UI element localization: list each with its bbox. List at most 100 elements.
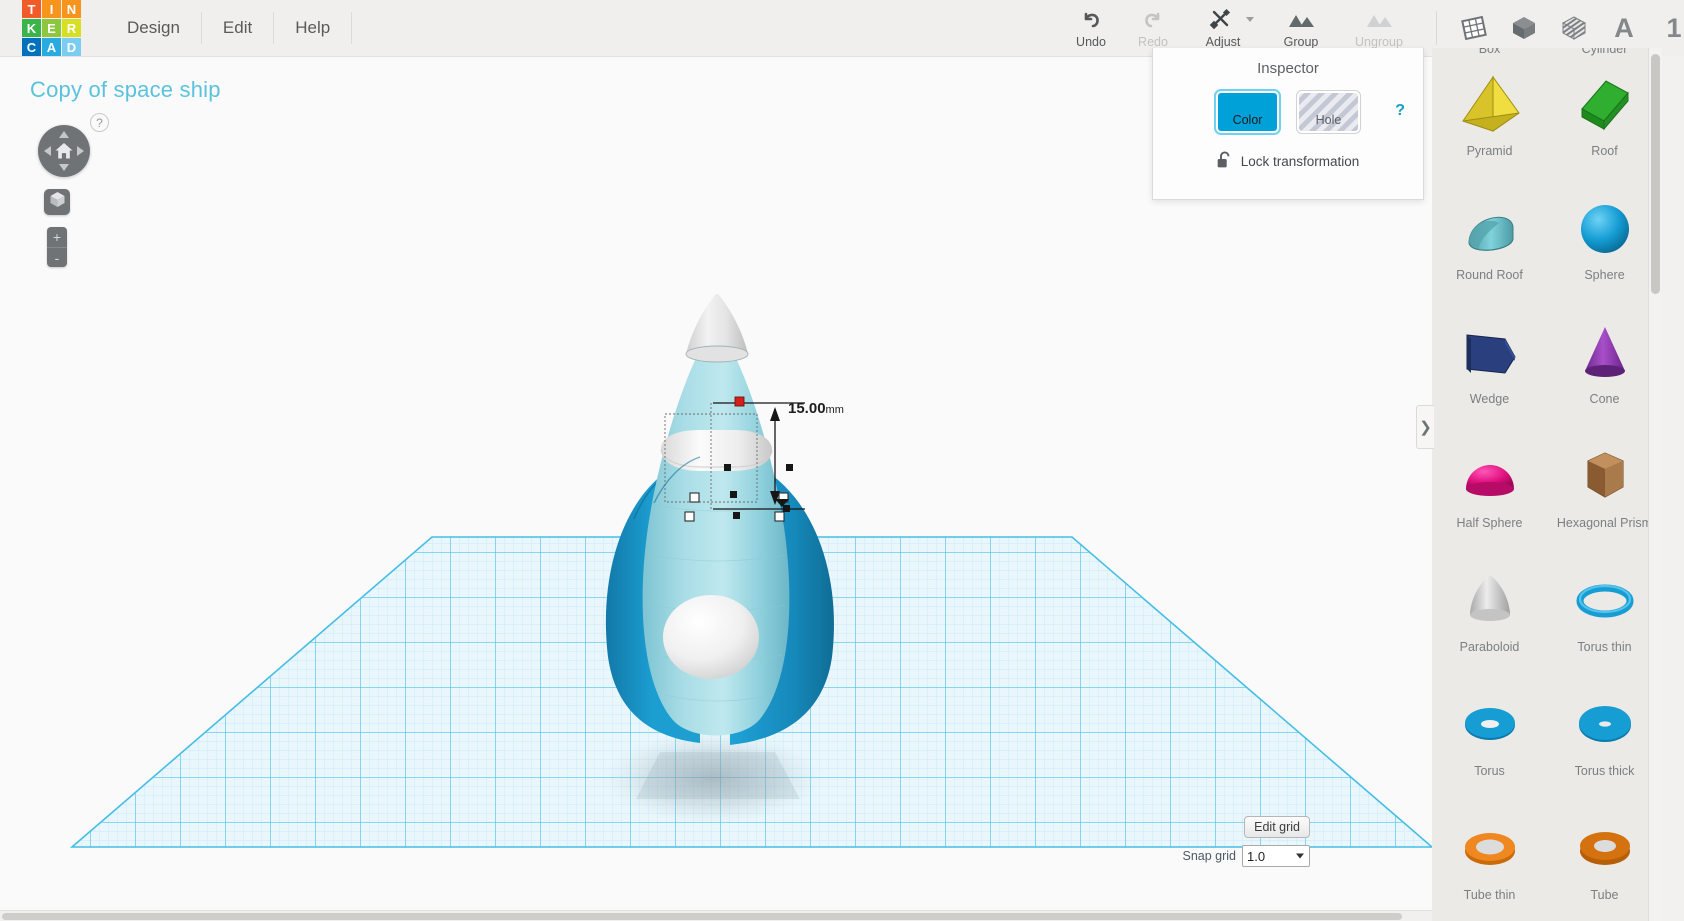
palette-item-pyramid[interactable]: Pyramid <box>1432 56 1547 180</box>
view-right-arrow-icon[interactable] <box>77 146 84 156</box>
view-up-arrow-icon[interactable] <box>59 131 69 138</box>
view-left-arrow-icon[interactable] <box>44 146 51 156</box>
number-one-icon[interactable]: 1 <box>1655 5 1684 51</box>
dimension-value: 15.00 <box>788 400 826 417</box>
palette-item-hexagonal-prism[interactable]: Hexagonal Prism <box>1547 428 1662 552</box>
solid-cube-icon[interactable] <box>1505 5 1543 51</box>
paraboloid-shape-icon <box>1453 562 1527 638</box>
undo-label: Undo <box>1076 35 1106 49</box>
round-roof-shape-icon <box>1453 190 1527 266</box>
palette-item-label: Wedge <box>1469 392 1510 406</box>
scrollbar-thumb[interactable] <box>2 913 1402 920</box>
palette-item-label: Torus thick <box>1574 764 1635 778</box>
palette-item-torus[interactable]: Torus <box>1432 676 1547 800</box>
palette-item-label: Tube <box>1590 888 1619 902</box>
pyramid-shape-icon <box>1453 66 1527 142</box>
menu-item-design[interactable]: Design <box>106 0 201 56</box>
logo-cell: T <box>22 0 41 18</box>
hole-swatch-button[interactable]: Hole <box>1296 90 1361 134</box>
porthole <box>663 595 759 679</box>
palette-item-torus-thick[interactable]: Torus thick <box>1547 676 1662 800</box>
palette-scrollbar-thumb[interactable] <box>1651 54 1660 294</box>
sphere-shape-icon <box>1568 190 1642 266</box>
palette-item-label: Cylinder <box>1581 48 1628 56</box>
redo-icon <box>1141 7 1165 33</box>
height-handle <box>734 396 745 407</box>
edit-grid-button[interactable]: Edit grid <box>1244 816 1310 838</box>
palette-item-torus-thin[interactable]: Torus thin <box>1547 552 1662 676</box>
palette-item-cylinder[interactable]: Cylinder <box>1547 48 1662 56</box>
view-help-badge[interactable]: ? <box>90 113 109 132</box>
roof-shape-icon <box>1568 66 1642 142</box>
palette-item-paraboloid[interactable]: Paraboloid <box>1432 552 1547 676</box>
nose-cone <box>686 294 748 354</box>
home-icon[interactable] <box>55 142 74 161</box>
cone-shape-icon <box>1568 314 1642 390</box>
palette-collapse-button[interactable]: ❯ <box>1416 405 1434 449</box>
logo-cell: I <box>42 0 61 18</box>
palette-item-label: Roof <box>1591 144 1618 158</box>
hexagonal-prism-shape-icon <box>1568 438 1642 514</box>
palette-item-roof[interactable]: Roof <box>1547 56 1662 180</box>
group-label: Group <box>1283 35 1319 49</box>
chevron-down-icon[interactable] <box>1246 17 1254 22</box>
lock-transformation-label: Lock transformation <box>1240 154 1360 169</box>
inspector-swatches: Color Hole <box>1153 89 1423 135</box>
palette-item-box[interactable]: Box <box>1432 48 1547 56</box>
view-down-arrow-icon[interactable] <box>59 164 69 171</box>
palette-item-label: Hexagonal Prism <box>1556 516 1653 530</box>
zoom-in-button[interactable]: + <box>47 227 67 247</box>
cube-icon <box>49 191 66 213</box>
chevron-down-icon <box>1296 853 1304 859</box>
undo-button[interactable]: Undo <box>1060 0 1122 56</box>
logo-cell: A <box>42 38 61 56</box>
menu-item-help[interactable]: Help <box>274 0 351 56</box>
palette-item-sphere[interactable]: Sphere <box>1547 180 1662 304</box>
fit-view-cube-button[interactable] <box>44 189 70 215</box>
tinkercad-logo[interactable]: T I N K E R C A D <box>22 0 84 56</box>
palette-scrollbar[interactable] <box>1648 48 1662 921</box>
snap-grid-select[interactable]: 1.0 <box>1242 845 1310 867</box>
menu-item-edit[interactable]: Edit <box>202 0 273 56</box>
palette-item-label: Box <box>1478 48 1501 56</box>
logo-cell: K <box>22 19 41 37</box>
text-a-icon[interactable]: A <box>1605 5 1643 51</box>
inspector-help-icon[interactable]: ? <box>1395 102 1405 120</box>
view-home-pad[interactable] <box>38 125 90 177</box>
torus-thick-shape-icon <box>1568 686 1642 762</box>
palette-item-tube-thin[interactable]: Tube thin <box>1432 800 1547 921</box>
palette-item-label: Torus <box>1474 764 1505 778</box>
palette-item-tube[interactable]: Tube <box>1547 800 1662 921</box>
snap-grid-row: Snap grid 1.0 <box>1182 845 1310 867</box>
palette-item-wedge[interactable]: Wedge <box>1432 304 1547 428</box>
palette-item-label: Paraboloid <box>1459 640 1520 654</box>
dimension-label: 15.00mm <box>788 400 844 417</box>
zoom-out-button[interactable]: - <box>47 247 67 267</box>
workspace-horizontal-scrollbar[interactable] <box>0 910 1432 921</box>
logo-cell: C <box>22 38 41 56</box>
adjust-icon <box>1208 7 1238 33</box>
snap-grid-label: Snap grid <box>1182 849 1236 863</box>
half-sphere-shape-icon <box>1453 438 1527 514</box>
striped-cube-icon[interactable] <box>1555 5 1593 51</box>
palette-grid: Box Cylinder Pyramid Roof Round Roof Sph… <box>1432 48 1662 921</box>
palette-item-round-roof[interactable]: Round Roof <box>1432 180 1547 304</box>
hole-swatch-label: Hole <box>1315 113 1342 127</box>
palette-item-half-sphere[interactable]: Half Sphere <box>1432 428 1547 552</box>
document-title[interactable]: Copy of space ship <box>30 77 221 103</box>
logo-cell: R <box>62 19 81 37</box>
palette-item-label: Cone <box>1589 392 1620 406</box>
palette-item-cone[interactable]: Cone <box>1547 304 1662 428</box>
palette-item-label: Tube thin <box>1463 888 1516 902</box>
grid-controls: Edit grid Snap grid 1.0 <box>1182 816 1310 867</box>
tinkercad-app: T I N K E R C A D Design Edit Help Undo … <box>0 0 1684 921</box>
color-swatch-button[interactable]: Color <box>1214 89 1281 135</box>
model-shadow <box>604 732 820 824</box>
lock-transformation-toggle[interactable]: Lock transformation <box>1153 151 1423 172</box>
dimension-unit: mm <box>825 404 844 416</box>
redo-label: Redo <box>1138 35 1168 49</box>
workplane-icon[interactable] <box>1455 5 1493 51</box>
adjust-label: Adjust <box>1205 35 1241 49</box>
palette-item-label: Pyramid <box>1466 144 1513 158</box>
zoom-controls: + - <box>47 227 67 267</box>
